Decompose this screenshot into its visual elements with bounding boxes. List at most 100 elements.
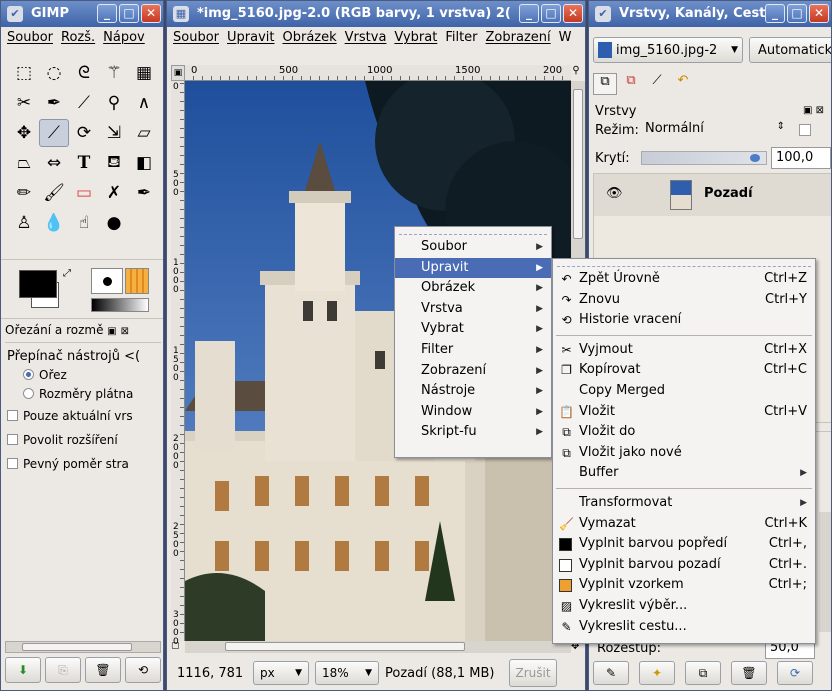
vertical-ruler[interactable]: 0 500 1000 1500 2000 2500 3000 — [171, 81, 185, 647]
move-icon[interactable]: ✥ — [9, 119, 39, 147]
bucket-fill-icon[interactable]: ⛾ — [99, 149, 129, 177]
unit-select[interactable]: px ▼ — [253, 661, 309, 685]
close-icon[interactable]: ✕ — [563, 4, 583, 23]
ink-icon[interactable]: ✒ — [129, 179, 159, 207]
minimize-icon[interactable]: _ — [97, 4, 117, 23]
toolbox-titlebar[interactable]: ✔ GIMP _ □ ✕ — [1, 1, 163, 27]
edit-item-transformovat[interactable]: Transformovat ▶ — [553, 493, 815, 514]
minimize-icon[interactable]: _ — [519, 4, 539, 23]
edit-item-vyplnit-barvou-popredi[interactable]: Vyplnit barvou popředí Ctrl+, — [553, 534, 815, 555]
clone-icon[interactable]: ♙ — [9, 209, 39, 237]
edit-item-vlozit[interactable]: 📋 Vložit Ctrl+V — [553, 402, 815, 423]
edit-item-copy-merged[interactable]: Copy Merged — [553, 381, 815, 402]
checkbox-icon[interactable] — [7, 434, 18, 445]
foreground-color-swatch[interactable] — [19, 270, 57, 298]
menu-napoveda[interactable]: Nápov — [103, 30, 145, 48]
edit-item-vyplnit-barvou-pozadi[interactable]: Vyplnit barvou pozadí Ctrl+. — [553, 555, 815, 576]
image-titlebar[interactable]: ▦ *img_5160.jpg-2.0 (RGB barvy, 1 vrstva… — [167, 1, 585, 27]
edit-item-vykreslit-cestu[interactable]: ✎ Vykreslit cestu... — [553, 617, 815, 638]
delete-options-icon[interactable]: 🗑 — [85, 657, 121, 683]
edit-item-vymazat[interactable]: 🧹 Vymazat Ctrl+K — [553, 514, 815, 535]
restore-options-icon[interactable]: ⎘ — [45, 657, 81, 683]
quick-mask-icon[interactable]: ▢ — [171, 641, 185, 653]
menu-obrazek[interactable]: Obrázek — [282, 30, 336, 48]
check-current-layer[interactable]: Pouze aktuální vrs — [7, 409, 133, 423]
edit-item-vyplnit-vzorkem[interactable]: Vyplnit vzorkem Ctrl+; — [553, 575, 815, 596]
pattern-preview[interactable] — [125, 268, 149, 294]
ellipse-select-icon[interactable]: ◌ — [39, 59, 69, 87]
close-icon[interactable]: ✕ — [141, 4, 161, 23]
swap-colors-icon[interactable]: ⤢ — [63, 268, 71, 279]
zoom-select[interactable]: 18% ▼ — [315, 661, 379, 685]
scissors-select-icon[interactable]: ✂ — [9, 89, 39, 117]
lock-alpha-checkbox[interactable] — [799, 124, 811, 136]
scale-icon[interactable]: ⇲ — [99, 119, 129, 147]
tab-layers[interactable]: ⧉ — [593, 73, 617, 95]
menu-soubor[interactable]: Soubor — [173, 30, 219, 48]
rotate-icon[interactable]: ⟳ — [69, 119, 99, 147]
smudge-icon[interactable]: ☝ — [69, 209, 99, 237]
brush-preview[interactable] — [91, 268, 123, 294]
menu-vybrat[interactable]: Vybrat — [394, 30, 437, 48]
context-item-vrstva[interactable]: Vrstva ▶ — [395, 299, 551, 320]
pencil-icon[interactable]: ✏ — [9, 179, 39, 207]
opacity-input[interactable]: 100,0 — [771, 147, 831, 169]
image-select[interactable]: img_5160.jpg-2 ▼ — [593, 37, 743, 63]
tab-channels[interactable]: ⧉ — [619, 73, 643, 95]
zoom-to-fit-icon[interactable]: ⚲ — [569, 65, 583, 81]
save-options-icon[interactable]: ⬇ — [5, 657, 41, 683]
layers-titlebar[interactable]: ✔ Vrstvy, Kanály, Cest _ □ ✕ — [589, 1, 831, 27]
measure-icon[interactable]: ∧ — [129, 89, 159, 117]
flip-icon[interactable]: ⇔ — [39, 149, 69, 177]
maximize-icon[interactable]: □ — [541, 4, 561, 23]
layer-row[interactable]: 👁 Pozadí — [594, 174, 831, 216]
gradient-preview[interactable] — [91, 298, 149, 312]
toolbox-hscrollbar[interactable] — [5, 641, 161, 653]
mode-select[interactable]: Normální ⇕ — [645, 121, 785, 141]
context-item-soubor[interactable]: Soubor ▶ — [395, 237, 551, 258]
eraser-icon[interactable]: ▭ — [69, 179, 99, 207]
context-item-upravit[interactable]: Upravit ▶ — [395, 257, 551, 279]
context-item-window[interactable]: Window ▶ — [395, 402, 551, 423]
blur-icon[interactable]: 💧 — [39, 209, 69, 237]
delete-layer-icon[interactable]: 🗑 — [731, 661, 767, 685]
color-select-icon[interactable]: ▦ — [129, 59, 159, 87]
edit-item-historie-vraceni[interactable]: ⟲ Historie vracení — [553, 310, 815, 331]
edit-item-vlozit-jako-nove[interactable]: ⧉ Vložit jako nové — [553, 443, 815, 464]
maximize-icon[interactable]: □ — [787, 4, 807, 23]
menu-rozsireni[interactable]: Rozš. — [61, 30, 95, 48]
edit-item-zpet-urovne[interactable]: ↶ Zpět Úrovně Ctrl+Z — [553, 269, 815, 290]
ruler-corner[interactable]: ▣ — [171, 65, 185, 81]
text-icon[interactable]: T — [69, 149, 99, 177]
maximize-icon[interactable]: □ — [119, 4, 139, 23]
radio-canvas-icon[interactable] — [23, 388, 34, 399]
lasso-icon[interactable]: ᘓ — [69, 59, 99, 87]
shear-icon[interactable]: ▱ — [129, 119, 159, 147]
tearoff-line[interactable] — [399, 229, 547, 235]
menu-zobrazeni[interactable]: Zobrazení — [486, 30, 551, 48]
refresh-icon[interactable]: ⟳ — [777, 661, 813, 685]
cancel-button[interactable]: Zrušit — [509, 659, 557, 687]
menu-filter[interactable]: Filter — [445, 30, 477, 48]
checkbox-icon[interactable] — [7, 410, 18, 421]
context-item-nastroje[interactable]: Nástroje ▶ — [395, 381, 551, 402]
edit-item-vyjmout[interactable]: ✂ Vyjmout Ctrl+X — [553, 340, 815, 361]
close-icon[interactable]: ✕ — [809, 4, 829, 23]
new-layer-icon[interactable]: ✦ — [639, 661, 675, 685]
tool-options-tab[interactable]: Ořezání a rozmě ▣ ⊠ — [5, 323, 161, 343]
menu-upravit[interactable]: Upravit — [227, 30, 274, 48]
edit-item-kopirovat[interactable]: ❐ Kopírovat Ctrl+C — [553, 360, 815, 381]
fuzzy-select-icon[interactable]: ⚚ — [99, 59, 129, 87]
radio-crop[interactable]: Ořez — [23, 368, 67, 382]
image-hscrollbar[interactable] — [185, 641, 571, 653]
edit-item-buffer[interactable]: Buffer ▶ — [553, 463, 815, 484]
blend-icon[interactable]: ◧ — [129, 149, 159, 177]
check-fixed-ratio[interactable]: Pevný poměr stra — [7, 457, 129, 471]
panel-menu-icon[interactable]: ▣ ⊠ — [803, 105, 824, 116]
tab-paths[interactable]: ⟋ — [645, 73, 669, 95]
horizontal-ruler[interactable]: 0 500 1000 1500 200 — [185, 65, 571, 81]
duplicate-layer-icon[interactable]: ⧉ — [685, 661, 721, 685]
context-item-zobrazeni[interactable]: Zobrazení ▶ — [395, 361, 551, 382]
edit-item-vykreslit-vyber[interactable]: ▨ Vykreslit výběr... — [553, 596, 815, 617]
context-item-vybrat[interactable]: Vybrat ▶ — [395, 319, 551, 340]
